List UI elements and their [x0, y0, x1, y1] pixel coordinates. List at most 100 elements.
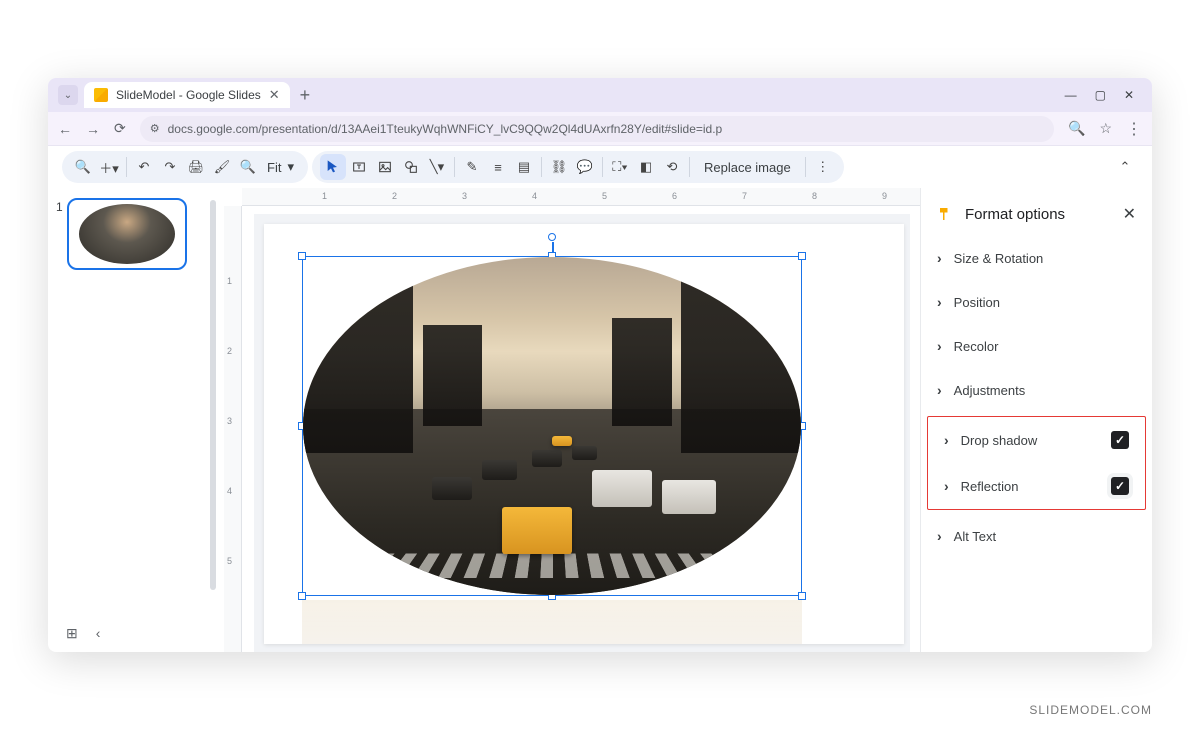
shape-icon[interactable] [398, 154, 424, 180]
chevron-right-icon: › [937, 250, 942, 266]
masked-image[interactable] [303, 257, 801, 595]
zoom-tool-icon[interactable]: 🔍 [235, 154, 261, 180]
row-label: Reflection [961, 479, 1019, 494]
slides-toolbar: 🔍 ＋▾ ↶ ↷ 🖨 🖌 🔍 Fit▾ ╲▾ ✎ ≡ ▤ ⛓ 💬 ⛶▾ ◧ [48, 146, 1152, 188]
chevron-right-icon: › [937, 294, 942, 310]
prev-slide-icon[interactable]: ‹ [96, 625, 101, 642]
image-reflection [302, 600, 802, 644]
maximize-button[interactable]: ▢ [1095, 88, 1106, 102]
mask-icon[interactable]: ◧ [633, 154, 659, 180]
row-adjustments[interactable]: › Adjustments [921, 368, 1152, 412]
text-box-icon[interactable] [346, 154, 372, 180]
zoom-fit-dropdown[interactable]: Fit▾ [261, 159, 300, 175]
collapse-toolbar-icon[interactable]: ⌃ [1112, 154, 1138, 180]
toolbar-pill-left: 🔍 ＋▾ ↶ ↷ 🖨 🖌 🔍 Fit▾ [62, 151, 308, 183]
thumbnail-image [79, 204, 175, 264]
reset-image-icon[interactable]: ⟲ [659, 154, 685, 180]
vertical-ruler: 1 2 3 4 5 [224, 206, 242, 652]
row-label: Adjustments [954, 383, 1026, 398]
row-recolor[interactable]: › Recolor [921, 324, 1152, 368]
browser-tab[interactable]: SlideModel - Google Slides ✕ [84, 82, 290, 108]
border-dash-icon[interactable]: ▤ [511, 154, 537, 180]
panel-close-icon[interactable]: ✕ [1123, 204, 1136, 224]
slide-viewport[interactable] [254, 214, 910, 652]
crop-icon[interactable]: ⛶▾ [607, 154, 633, 180]
separator [805, 157, 806, 177]
window-controls: ― ▢ ✕ [1065, 88, 1146, 102]
separator [689, 157, 690, 177]
separator [454, 157, 455, 177]
chevron-right-icon: › [937, 528, 942, 544]
annotation-highlight: › Drop shadow ✓ › Reflection ✓ [927, 416, 1146, 510]
border-weight-icon[interactable]: ≡ [485, 154, 511, 180]
bookmark-star-icon[interactable]: ☆ [1099, 120, 1112, 137]
tab-close-icon[interactable]: ✕ [269, 87, 280, 103]
forward-button[interactable]: → [86, 121, 100, 137]
row-position[interactable]: › Position [921, 280, 1152, 324]
row-label: Recolor [954, 339, 999, 354]
browser-window: ⌄ SlideModel - Google Slides ✕ + ― ▢ ✕ ←… [48, 78, 1152, 652]
tab-strip: ⌄ SlideModel - Google Slides ✕ + ― ▢ ✕ [48, 78, 1152, 112]
reload-button[interactable]: ⟳ [114, 120, 126, 137]
separator [126, 157, 127, 177]
chevron-right-icon: › [944, 432, 949, 448]
line-icon[interactable]: ╲▾ [424, 154, 450, 180]
comment-icon[interactable]: 💬 [572, 154, 598, 180]
watermark: SLIDEMODEL.COM [1029, 703, 1152, 717]
panel-title: Format options [965, 206, 1113, 223]
row-label: Size & Rotation [954, 251, 1044, 266]
format-options-panel: Format options ✕ › Size & Rotation › Pos… [920, 188, 1152, 652]
replace-image-dropdown[interactable]: Replace image [694, 160, 801, 175]
undo-icon[interactable]: ↶ [131, 154, 157, 180]
back-button[interactable]: ← [58, 121, 72, 137]
separator [541, 157, 542, 177]
url-text: docs.google.com/presentation/d/13AAei1Tt… [168, 122, 723, 136]
horizontal-ruler: 1 2 3 4 5 6 7 8 9 [242, 188, 920, 206]
slide-thumbnail[interactable] [67, 198, 187, 270]
slide-number: 1 [56, 198, 63, 642]
browser-menu-icon[interactable]: ⋮ [1126, 119, 1142, 139]
chevron-right-icon: › [937, 338, 942, 354]
row-label: Alt Text [954, 529, 996, 544]
bottom-left-controls: ⊞ ‹ [66, 625, 100, 642]
image-selection[interactable] [302, 256, 802, 596]
close-window-button[interactable]: ✕ [1124, 88, 1134, 102]
row-reflection[interactable]: › Reflection ✓ [928, 463, 1145, 509]
search-menus-icon[interactable]: 🔍 [70, 154, 96, 180]
reflection-checkbox[interactable]: ✓ [1111, 477, 1129, 495]
slide [264, 224, 904, 644]
rotate-handle[interactable] [548, 233, 556, 241]
insert-image-icon[interactable] [372, 154, 398, 180]
drop-shadow-checkbox[interactable]: ✓ [1111, 431, 1129, 449]
grid-view-icon[interactable]: ⊞ [66, 625, 78, 642]
site-info-icon[interactable]: ⚙ [150, 122, 160, 135]
format-options-icon [937, 205, 955, 223]
zoom-icon[interactable]: 🔍 [1068, 120, 1085, 137]
select-tool-icon[interactable] [320, 154, 346, 180]
link-icon[interactable]: ⛓ [546, 154, 572, 180]
address-bar[interactable]: ⚙ docs.google.com/presentation/d/13AAei1… [140, 116, 1054, 142]
separator [602, 157, 603, 177]
tab-search-dropdown[interactable]: ⌄ [58, 85, 78, 105]
redo-icon[interactable]: ↷ [157, 154, 183, 180]
filmstrip: 1 [48, 188, 224, 652]
toolbar-pill-mid: ╲▾ ✎ ≡ ▤ ⛓ 💬 ⛶▾ ◧ ⟲ Replace image ⋮ [312, 151, 844, 183]
canvas-area: 1 2 3 4 5 6 7 8 9 1 2 3 4 5 [224, 188, 920, 652]
more-toolbar-icon[interactable]: ⋮ [810, 154, 836, 180]
minimize-button[interactable]: ― [1065, 88, 1077, 102]
row-size-rotation[interactable]: › Size & Rotation [921, 236, 1152, 280]
border-color-icon[interactable]: ✎ [459, 154, 485, 180]
chevron-right-icon: › [937, 382, 942, 398]
filmstrip-scrollbar[interactable] [210, 200, 216, 590]
paint-format-icon[interactable]: 🖌 [209, 154, 235, 180]
address-bar-row: ← → ⟳ ⚙ docs.google.com/presentation/d/1… [48, 112, 1152, 146]
slides-favicon [94, 88, 108, 102]
workspace: 1 1 2 3 4 5 6 7 8 9 1 2 3 4 [48, 188, 1152, 652]
new-tab-button[interactable]: + [290, 85, 321, 106]
tab-title: SlideModel - Google Slides [116, 88, 261, 102]
print-icon[interactable]: 🖨 [183, 154, 209, 180]
row-alt-text[interactable]: › Alt Text [921, 514, 1152, 558]
row-label: Position [954, 295, 1000, 310]
new-slide-icon[interactable]: ＋▾ [96, 154, 122, 180]
row-drop-shadow[interactable]: › Drop shadow ✓ [928, 417, 1145, 463]
